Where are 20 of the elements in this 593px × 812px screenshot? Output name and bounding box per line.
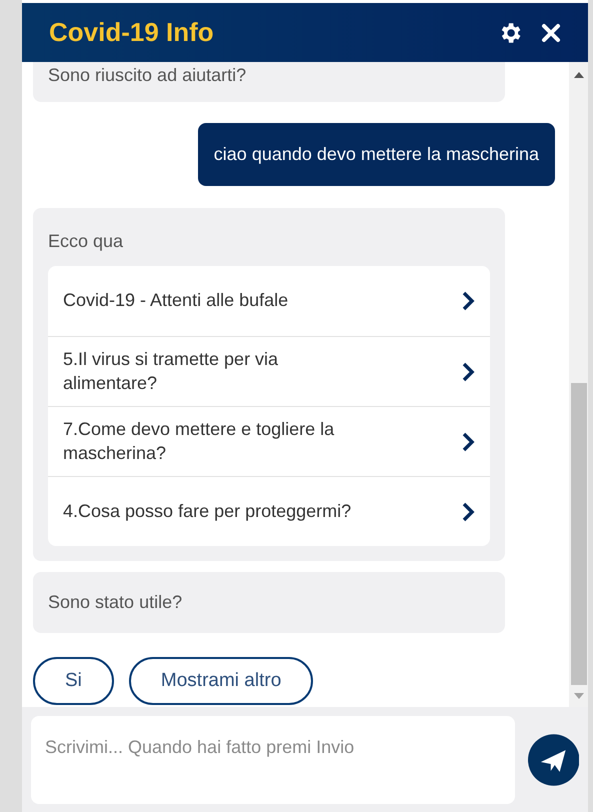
link-item[interactable]: 4.Cosa posso fare per proteggermi? [48,476,490,546]
link-item[interactable]: Covid-19 - Attenti alle bufale [48,266,490,336]
bot-message: Ecco qua [48,230,124,253]
bot-message: Sono stato utile? [33,572,505,633]
chat-title: Covid-19 Info [49,16,214,49]
chevron-right-icon [461,360,475,382]
link-item[interactable]: 7.Come devo mettere e togliere la mascherina? [48,406,490,476]
close-icon[interactable] [541,22,561,42]
chevron-right-icon [461,290,475,312]
bot-message: Sono riuscito ad aiutarti? [33,62,505,102]
quick-reply-button[interactable]: Si [33,657,114,705]
scroll-up-icon[interactable] [574,72,584,78]
scrollbar[interactable] [569,62,588,707]
link-item[interactable]: 5.Il virus si tramette per via alimentare? [48,336,490,406]
chevron-right-icon [461,430,475,452]
user-message: ciao quando devo mettere la mascherina [198,123,555,186]
quick-reply-button[interactable]: Mostrami altro [128,657,314,705]
chevron-right-icon [461,500,475,522]
message-input[interactable]: Scrivimi... Quando hai fatto premi Invio [31,716,514,804]
send-icon[interactable] [528,734,579,786]
